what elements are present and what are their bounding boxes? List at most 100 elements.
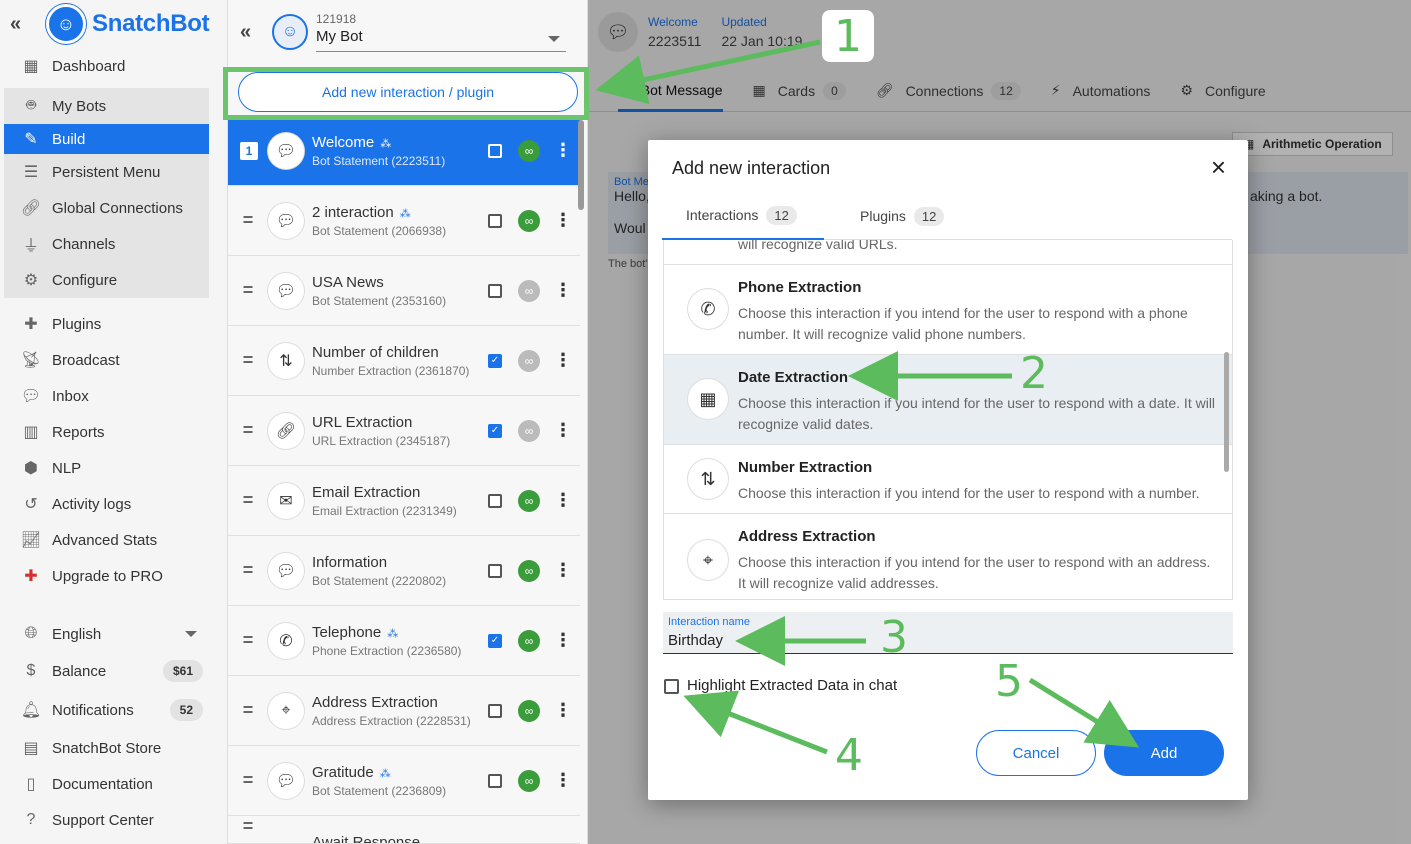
interaction-row[interactable]: = ✉ Email Extraction Email Extraction (22… xyxy=(228,466,580,536)
map-icon: ⌖ xyxy=(688,540,728,580)
row-checkbox[interactable] xyxy=(488,773,502,788)
tab-interactions[interactable]: Interactions 12 xyxy=(662,192,824,240)
nav-nlp[interactable]: ⬢ NLP xyxy=(0,450,227,486)
link-icon[interactable]: ∞ xyxy=(518,489,540,512)
more-icon[interactable]: ⋮ xyxy=(554,420,572,441)
nav-balance[interactable]: $ Balance $61 xyxy=(0,652,227,690)
drag-handle-icon[interactable]: = xyxy=(228,770,268,791)
language-select[interactable]: 🌐︎ English xyxy=(0,616,227,652)
more-icon[interactable]: ⋮ xyxy=(554,630,572,651)
row-checkbox[interactable]: ✓ xyxy=(488,633,502,648)
link-icon[interactable]: ∞ xyxy=(518,699,540,722)
link-icon[interactable]: ∞ xyxy=(518,279,540,302)
drag-handle-icon[interactable]: = xyxy=(228,420,268,441)
row-checkbox[interactable]: ✓ xyxy=(488,353,502,368)
link-icon[interactable]: ∞ xyxy=(518,349,540,372)
collapse-icon[interactable]: « xyxy=(10,13,34,36)
interaction-name-field[interactable]: Interaction name Birthday xyxy=(663,612,1233,654)
snatchbot-logo-icon: ☺ xyxy=(46,4,86,44)
more-icon[interactable]: ⋮ xyxy=(554,770,572,791)
nav-inbox[interactable]: 💬︎ Inbox xyxy=(0,378,227,414)
my-bots-group: 🤖︎ My Bots ✎ Build ☰ Persistent Menu 🔗︎ Glob… xyxy=(4,88,209,298)
link-icon[interactable]: ∞ xyxy=(518,559,540,582)
drag-handle-icon[interactable]: = xyxy=(228,280,268,301)
interaction-row[interactable]: = ✆ Telephone ⁂ Phone Extraction (2236580)… xyxy=(228,606,580,676)
more-icon[interactable]: ⋮ xyxy=(554,140,572,161)
nav-documentation[interactable]: ▯ Documentation xyxy=(0,766,227,802)
interaction-row[interactable]: 1 💬︎ Welcome ⁂ Bot Statement (2223511) ∞ ⋮ xyxy=(228,116,580,186)
nav-build[interactable]: ✎ Build xyxy=(4,124,209,154)
link-icon: 🔗︎ xyxy=(268,412,304,449)
link-icon[interactable]: ∞ xyxy=(518,769,540,792)
nav-plugins[interactable]: ✚ Plugins xyxy=(0,306,227,342)
drag-handle-icon[interactable]: = xyxy=(228,560,268,581)
dollar-icon: $ xyxy=(26,662,36,679)
interaction-row[interactable]: = Await Response xyxy=(228,816,580,844)
more-icon[interactable]: ⋮ xyxy=(554,490,572,511)
tab-plugins[interactable]: Plugins 12 xyxy=(836,192,968,240)
highlight-checkbox[interactable] xyxy=(664,679,679,694)
row-checkbox[interactable] xyxy=(488,493,502,508)
number-icon: ⇅ xyxy=(268,342,304,379)
link-icon[interactable]: ∞ xyxy=(518,209,540,232)
nav-activity-logs[interactable]: ↺ Activity logs xyxy=(0,486,227,522)
collapse-panel-icon[interactable]: « xyxy=(240,21,264,44)
option-phone-extraction[interactable]: ✆ Phone Extraction Choose this interacti… xyxy=(664,264,1232,354)
more-icon[interactable]: ⋮ xyxy=(554,560,572,581)
option-number-extraction[interactable]: ⇅ Number Extraction Choose this interact… xyxy=(664,444,1232,513)
nav-broadcast[interactable]: 📡︎ Broadcast xyxy=(0,342,227,378)
nav-upgrade[interactable]: ✚ Upgrade to PRO xyxy=(0,558,227,594)
broadcast-icon: 📡︎ xyxy=(20,352,42,369)
interaction-row[interactable]: = ⌖ Address Extraction Address Extraction… xyxy=(228,676,580,746)
row-checkbox[interactable] xyxy=(488,143,502,158)
row-checkbox[interactable] xyxy=(488,283,502,298)
drag-handle-icon[interactable]: = xyxy=(228,350,268,371)
nav-channels[interactable]: ⏚ Channels xyxy=(4,226,209,262)
link-icon[interactable]: ∞ xyxy=(518,629,540,652)
link-icon[interactable]: ∞ xyxy=(518,419,540,442)
interaction-row[interactable]: = 💬︎ Information Bot Statement (2220802) … xyxy=(228,536,580,606)
nav-persistent-menu[interactable]: ☰ Persistent Menu xyxy=(4,154,209,190)
nav-support[interactable]: ? Support Center xyxy=(0,802,227,838)
bell-icon: 🔔︎ xyxy=(20,702,42,719)
add-button[interactable]: Add xyxy=(1104,730,1224,776)
more-icon[interactable]: ⋮ xyxy=(554,700,572,721)
bot-select[interactable]: 121918 My Bot xyxy=(316,12,566,52)
nav-advanced-stats[interactable]: 📈︎ Advanced Stats xyxy=(0,522,227,558)
interaction-row[interactable]: = ⇅ Number of children Number Extraction … xyxy=(228,326,580,396)
nav-dashboard[interactable]: ▦ Dashboard xyxy=(0,48,227,84)
interaction-row[interactable]: = 🔗︎ URL Extraction URL Extraction (23451… xyxy=(228,396,580,466)
list-scrollbar[interactable] xyxy=(578,120,584,210)
share-icon: ⁂ xyxy=(379,768,391,780)
drag-handle-icon[interactable]: = xyxy=(228,490,268,511)
more-icon[interactable]: ⋮ xyxy=(554,210,572,231)
nav-reports[interactable]: ▥ Reports xyxy=(0,414,227,450)
more-icon[interactable]: ⋮ xyxy=(554,350,572,371)
nav-store[interactable]: ▤ SnatchBot Store xyxy=(0,730,227,766)
row-checkbox[interactable]: ✓ xyxy=(488,423,502,438)
drag-handle-icon[interactable]: = xyxy=(228,700,268,721)
row-checkbox[interactable] xyxy=(488,703,502,718)
interaction-row[interactable]: = 💬︎ Gratitude ⁂ Bot Statement (2236809) ∞… xyxy=(228,746,580,816)
nav-notifications[interactable]: 🔔︎ Notifications 52 xyxy=(0,690,227,730)
option-address-extraction[interactable]: ⌖ Address Extraction Choose this interac… xyxy=(664,513,1232,599)
drag-handle-icon[interactable]: = xyxy=(228,630,268,651)
cancel-button[interactable]: Cancel xyxy=(976,730,1096,776)
dialog-scrollbar[interactable] xyxy=(1224,352,1229,472)
highlight-label: Highlight Extracted Data in chat xyxy=(687,677,898,694)
interaction-name-input[interactable]: Birthday xyxy=(668,632,723,649)
drag-handle-icon[interactable]: = xyxy=(228,210,268,231)
nav-my-bots[interactable]: 🤖︎ My Bots xyxy=(4,88,209,124)
option-date-extraction[interactable]: ▦ Date Extraction Choose this interactio… xyxy=(664,354,1232,444)
interaction-row[interactable]: = 💬︎ USA News Bot Statement (2353160) ∞ ⋮ xyxy=(228,256,580,326)
drag-handle-icon[interactable]: = xyxy=(228,816,268,837)
row-checkbox[interactable] xyxy=(488,563,502,578)
interaction-row[interactable]: = 💬︎ 2 interaction ⁂ Bot Statement (206693… xyxy=(228,186,580,256)
bot-header: « ☺ 121918 My Bot xyxy=(228,0,587,64)
row-checkbox[interactable] xyxy=(488,213,502,228)
nav-configure[interactable]: ⚙ Configure xyxy=(4,262,209,298)
nav-global-connections[interactable]: 🔗︎ Global Connections xyxy=(4,190,209,226)
more-icon[interactable]: ⋮ xyxy=(554,280,572,301)
link-icon[interactable]: ∞ xyxy=(518,139,540,162)
close-icon[interactable]: × xyxy=(1211,152,1226,183)
